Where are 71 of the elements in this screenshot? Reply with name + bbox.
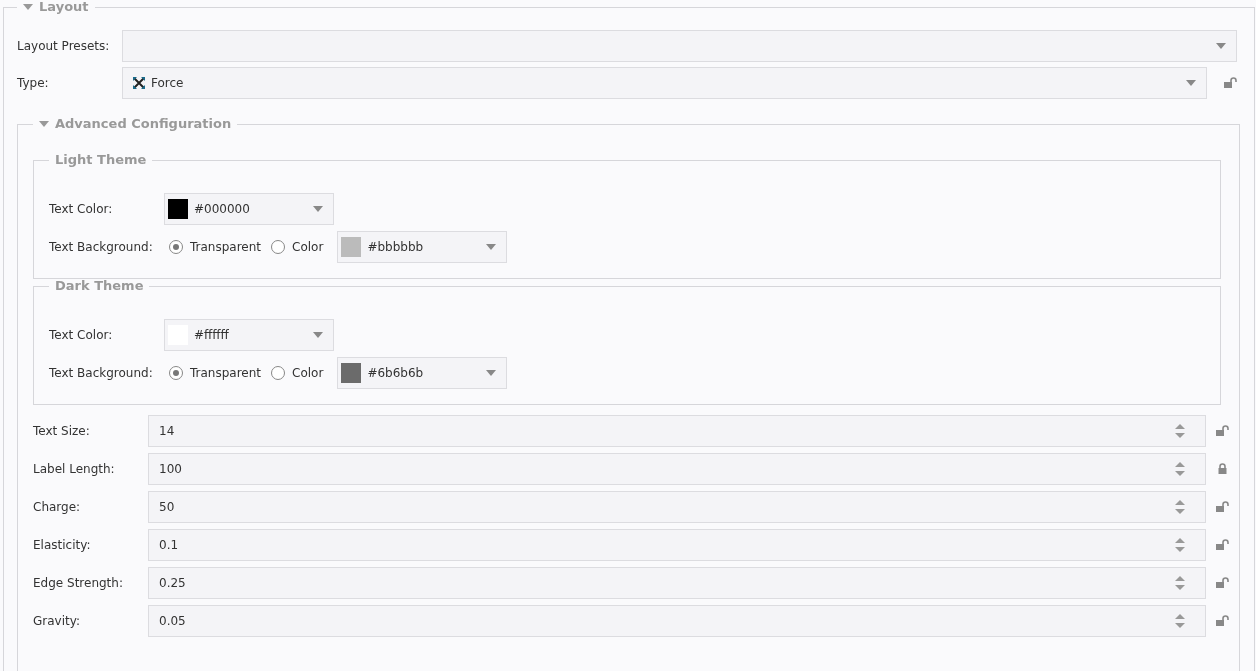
field-value: 0.1	[159, 537, 179, 554]
field-label: Layout Presets:	[17, 38, 111, 55]
spinner-arrows-icon[interactable]	[1175, 613, 1185, 629]
text-color-select[interactable]: #ffffff	[164, 319, 334, 351]
color-swatch	[168, 199, 188, 219]
legend-title: Light Theme	[55, 153, 147, 167]
field-value: 14	[159, 423, 175, 440]
radio-button[interactable]	[169, 366, 183, 380]
unlock-icon[interactable]	[1216, 501, 1229, 513]
field-label: Label Length:	[33, 461, 116, 478]
number-field[interactable]: 0.25	[148, 567, 1206, 599]
field-value: 0.05	[159, 613, 186, 630]
collapse-icon[interactable]	[39, 121, 49, 127]
legend-title: Layout	[39, 0, 89, 14]
color-swatch	[341, 363, 362, 383]
background-color-select[interactable]: #bbbbbb	[337, 231, 508, 263]
spinner-arrows-icon[interactable]	[1175, 575, 1185, 591]
field-value: 50	[159, 499, 175, 516]
select-value: #ffffff	[194, 327, 229, 344]
field-label: Type:	[17, 75, 50, 92]
field-label: Text Color:	[49, 201, 114, 218]
legend-title: Dark Theme	[55, 279, 144, 293]
field-value: 100	[159, 461, 182, 478]
radio-button[interactable]	[271, 366, 286, 380]
spinner-arrows-icon[interactable]	[1175, 423, 1185, 439]
dropdown-caret-icon	[313, 206, 323, 212]
radio-label: Transparent	[190, 365, 262, 382]
select-value: Force	[151, 75, 184, 92]
unlock-icon[interactable]	[1224, 77, 1237, 89]
field-label: Elasticity:	[33, 537, 92, 554]
force-layout-icon	[133, 77, 145, 89]
dropdown-caret-icon	[486, 370, 497, 376]
color-swatch	[341, 237, 362, 257]
number-field[interactable]: 100	[148, 453, 1206, 485]
unlock-icon[interactable]	[1216, 425, 1229, 437]
field-label: Text Size:	[33, 423, 91, 440]
select-value: #6b6b6b	[367, 365, 424, 382]
text-color-select[interactable]: #000000	[164, 193, 334, 225]
number-field[interactable]: 0.1	[148, 529, 1206, 561]
dropdown-caret-icon	[1186, 80, 1196, 86]
field-label: Text Background:	[49, 239, 154, 256]
dropdown-caret-icon	[313, 332, 323, 338]
radio-label: Color	[292, 365, 324, 382]
number-field[interactable]: 0.05	[148, 605, 1206, 637]
radio-label: Color	[292, 239, 324, 256]
field-value: 0.25	[159, 575, 186, 592]
select-value: #bbbbbb	[367, 239, 424, 256]
dropdown-caret-icon	[1216, 43, 1226, 49]
spinner-arrows-icon[interactable]	[1175, 461, 1185, 477]
collapse-icon[interactable]	[23, 4, 33, 10]
field-label: Text Background:	[49, 365, 154, 382]
unlock-icon[interactable]	[1216, 577, 1229, 589]
field-label: Text Color:	[49, 327, 114, 344]
number-field[interactable]: 50	[148, 491, 1206, 523]
field-label: Charge:	[33, 499, 82, 516]
dropdown-caret-icon	[486, 244, 497, 250]
type-select[interactable]: Force	[122, 67, 1207, 99]
unlock-icon[interactable]	[1216, 615, 1229, 627]
lock-icon[interactable]	[1217, 463, 1228, 475]
spinner-arrows-icon[interactable]	[1175, 537, 1185, 553]
select-value: #000000	[194, 201, 250, 218]
radio-button[interactable]	[169, 240, 183, 254]
spinner-arrows-icon[interactable]	[1175, 499, 1185, 515]
radio-button[interactable]	[271, 240, 286, 254]
legend-title: Advanced Configuration	[55, 117, 232, 131]
field-label: Gravity:	[33, 613, 81, 630]
background-color-select[interactable]: #6b6b6b	[337, 357, 508, 389]
radio-label: Transparent	[190, 239, 262, 256]
number-field[interactable]: 14	[148, 415, 1206, 447]
field-label: Edge Strength:	[33, 575, 124, 592]
unlock-icon[interactable]	[1216, 539, 1229, 551]
